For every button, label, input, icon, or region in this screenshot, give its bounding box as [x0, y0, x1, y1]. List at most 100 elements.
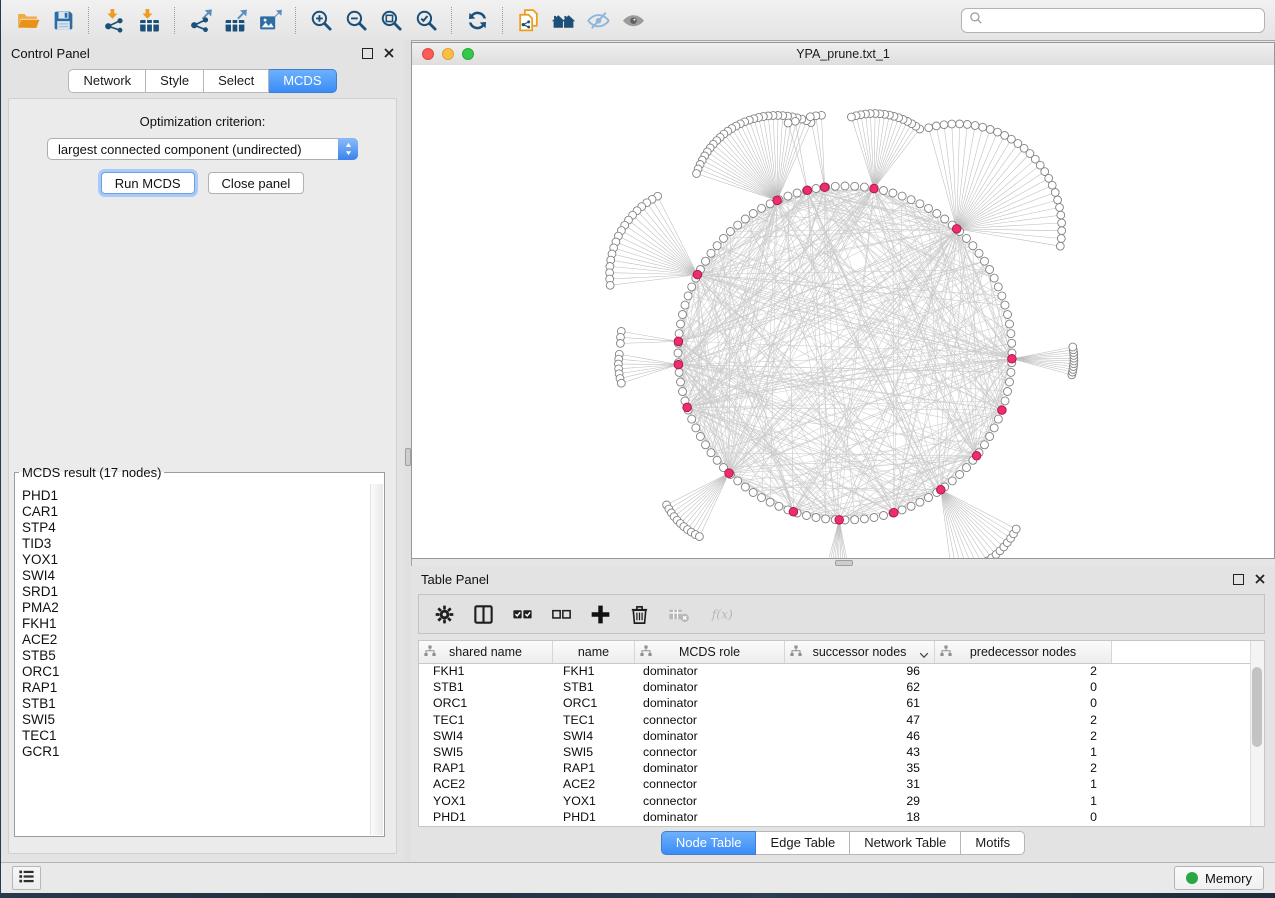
zoom-selected-button[interactable] [409, 4, 444, 36]
hide-selected-button[interactable] [581, 4, 616, 36]
tab-mcds[interactable]: MCDS [269, 69, 336, 93]
table-cell: SWI4 [553, 728, 635, 744]
import-network-button[interactable] [97, 4, 132, 36]
table-row[interactable]: FKH1FKH1dominator962 [419, 663, 1264, 679]
export-network-button[interactable] [183, 4, 218, 36]
table-row[interactable]: YOX1YOX1connector291 [419, 793, 1264, 809]
maximize-window-icon[interactable] [462, 48, 474, 60]
unselect-all-columns-button[interactable] [548, 601, 574, 627]
table-panel-title: Table Panel [421, 572, 489, 587]
export-table-button[interactable] [218, 4, 253, 36]
tab-motifs[interactable]: Motifs [961, 831, 1025, 855]
search-input[interactable] [988, 12, 1257, 29]
column-type-icon [424, 645, 436, 660]
mcds-result-list: PHD1CAR1STP4TID3YOX1SWI4SRD1PMA2FKH1ACE2… [16, 486, 371, 835]
network-graph[interactable] [412, 65, 1274, 558]
mcds-result-item[interactable]: SRD1 [22, 584, 371, 600]
list-icon [17, 867, 36, 889]
show-columns-button[interactable] [470, 601, 496, 627]
table-row[interactable]: TEC1TEC1connector472 [419, 712, 1264, 728]
column-header-name[interactable]: name [553, 641, 635, 663]
horizontal-splitter[interactable] [411, 559, 1275, 566]
column-header-label: predecessor nodes [970, 645, 1076, 659]
tab-network[interactable]: Network [68, 69, 146, 93]
mcds-result-item[interactable]: STP4 [22, 520, 371, 536]
float-panel-icon[interactable] [362, 48, 373, 59]
optimization-criterion-select[interactable]: largest connected component (undirected) [47, 138, 358, 160]
show-panels-button[interactable] [12, 866, 41, 890]
mcds-result-box: MCDS result (17 nodes) PHD1CAR1STP4TID3Y… [14, 465, 385, 837]
table-row[interactable]: ACE2ACE2connector311 [419, 776, 1264, 792]
select-all-columns-button[interactable] [509, 601, 535, 627]
memory-button[interactable]: Memory [1174, 866, 1264, 890]
close-window-icon[interactable] [422, 48, 434, 60]
zoom-out-button[interactable] [339, 4, 374, 36]
network-window-titlebar: YPA_prune.txt_1 [412, 43, 1274, 66]
tab-network-table[interactable]: Network Table [850, 831, 961, 855]
table-header-row: shared namenameMCDS rolesuccessor nodes p… [419, 641, 1264, 664]
delete-table-button [665, 601, 691, 627]
table-cell: 47 [785, 712, 935, 728]
column-header-predecessor-nodes[interactable]: predecessor nodes [935, 641, 1112, 663]
close-panel-button[interactable]: Close panel [208, 172, 305, 194]
mcds-result-item[interactable]: ORC1 [22, 664, 371, 680]
mcds-result-item[interactable]: CAR1 [22, 504, 371, 520]
mcds-result-item[interactable]: TEC1 [22, 728, 371, 744]
first-neighbors-button[interactable] [546, 4, 581, 36]
plus-icon [589, 603, 612, 626]
mcds-result-item[interactable]: FKH1 [22, 616, 371, 632]
column-header-mcds-role[interactable]: MCDS role [635, 641, 785, 663]
mcds-result-title: MCDS result (17 nodes) [19, 465, 164, 480]
close-panel-icon[interactable] [1255, 574, 1265, 584]
table-settings-button[interactable] [431, 601, 457, 627]
mcds-result-item[interactable]: PMA2 [22, 600, 371, 616]
open-session-button[interactable] [11, 4, 46, 36]
table-scrollbar[interactable] [1250, 641, 1264, 826]
result-list-scrollbar[interactable] [370, 484, 383, 835]
mcds-result-item[interactable]: GCR1 [22, 744, 371, 760]
export-image-button[interactable] [253, 4, 288, 36]
tab-node-table[interactable]: Node Table [661, 831, 757, 855]
save-icon [51, 8, 76, 33]
table-scrollbar-thumb[interactable] [1252, 667, 1262, 747]
table-row[interactable]: RAP1RAP1dominator352 [419, 760, 1264, 776]
mcds-result-item[interactable]: TID3 [22, 536, 371, 552]
mcds-result-item[interactable]: RAP1 [22, 680, 371, 696]
mcds-result-item[interactable]: STB5 [22, 648, 371, 664]
mcds-result-item[interactable]: SWI5 [22, 712, 371, 728]
mcds-result-item[interactable]: ACE2 [22, 632, 371, 648]
mcds-result-item[interactable]: STB1 [22, 696, 371, 712]
table-row[interactable]: SWI5SWI5connector431 [419, 744, 1264, 760]
save-session-button[interactable] [46, 4, 81, 36]
tab-select[interactable]: Select [204, 69, 269, 93]
column-header-successor-nodes[interactable]: successor nodes [785, 641, 935, 663]
table-row[interactable]: PHD1PHD1dominator180 [419, 809, 1264, 825]
table-cell: 96 [785, 663, 935, 679]
zoom-fit-button[interactable] [374, 4, 409, 36]
table-row[interactable]: ORC1ORC1dominator610 [419, 695, 1264, 711]
table-row[interactable]: STB1STB1dominator620 [419, 679, 1264, 695]
float-panel-icon[interactable] [1233, 574, 1244, 585]
refresh-view-button[interactable] [460, 4, 495, 36]
column-header-shared-name[interactable]: shared name [419, 641, 553, 663]
main-toolbar [1, 0, 1275, 41]
mcds-result-item[interactable]: PHD1 [22, 488, 371, 504]
run-mcds-button[interactable]: Run MCDS [101, 172, 195, 194]
minimize-window-icon[interactable] [442, 48, 454, 60]
import-table-button[interactable] [132, 4, 167, 36]
tab-style[interactable]: Style [146, 69, 204, 93]
check-all-icon [511, 603, 534, 626]
create-column-button[interactable] [587, 601, 613, 627]
tab-edge-table[interactable]: Edge Table [756, 831, 850, 855]
chevron-down-icon[interactable] [919, 648, 929, 662]
table-row[interactable]: SWI4SWI4dominator462 [419, 728, 1264, 744]
network-graph-svg[interactable] [412, 65, 1274, 558]
import-network-icon [102, 8, 127, 33]
clone-network-button[interactable] [511, 4, 546, 36]
delete-columns-button[interactable] [626, 601, 652, 627]
show-all-button[interactable] [616, 4, 651, 36]
zoom-in-button[interactable] [304, 4, 339, 36]
mcds-result-item[interactable]: SWI4 [22, 568, 371, 584]
mcds-result-item[interactable]: YOX1 [22, 552, 371, 568]
close-panel-icon[interactable] [384, 48, 394, 58]
